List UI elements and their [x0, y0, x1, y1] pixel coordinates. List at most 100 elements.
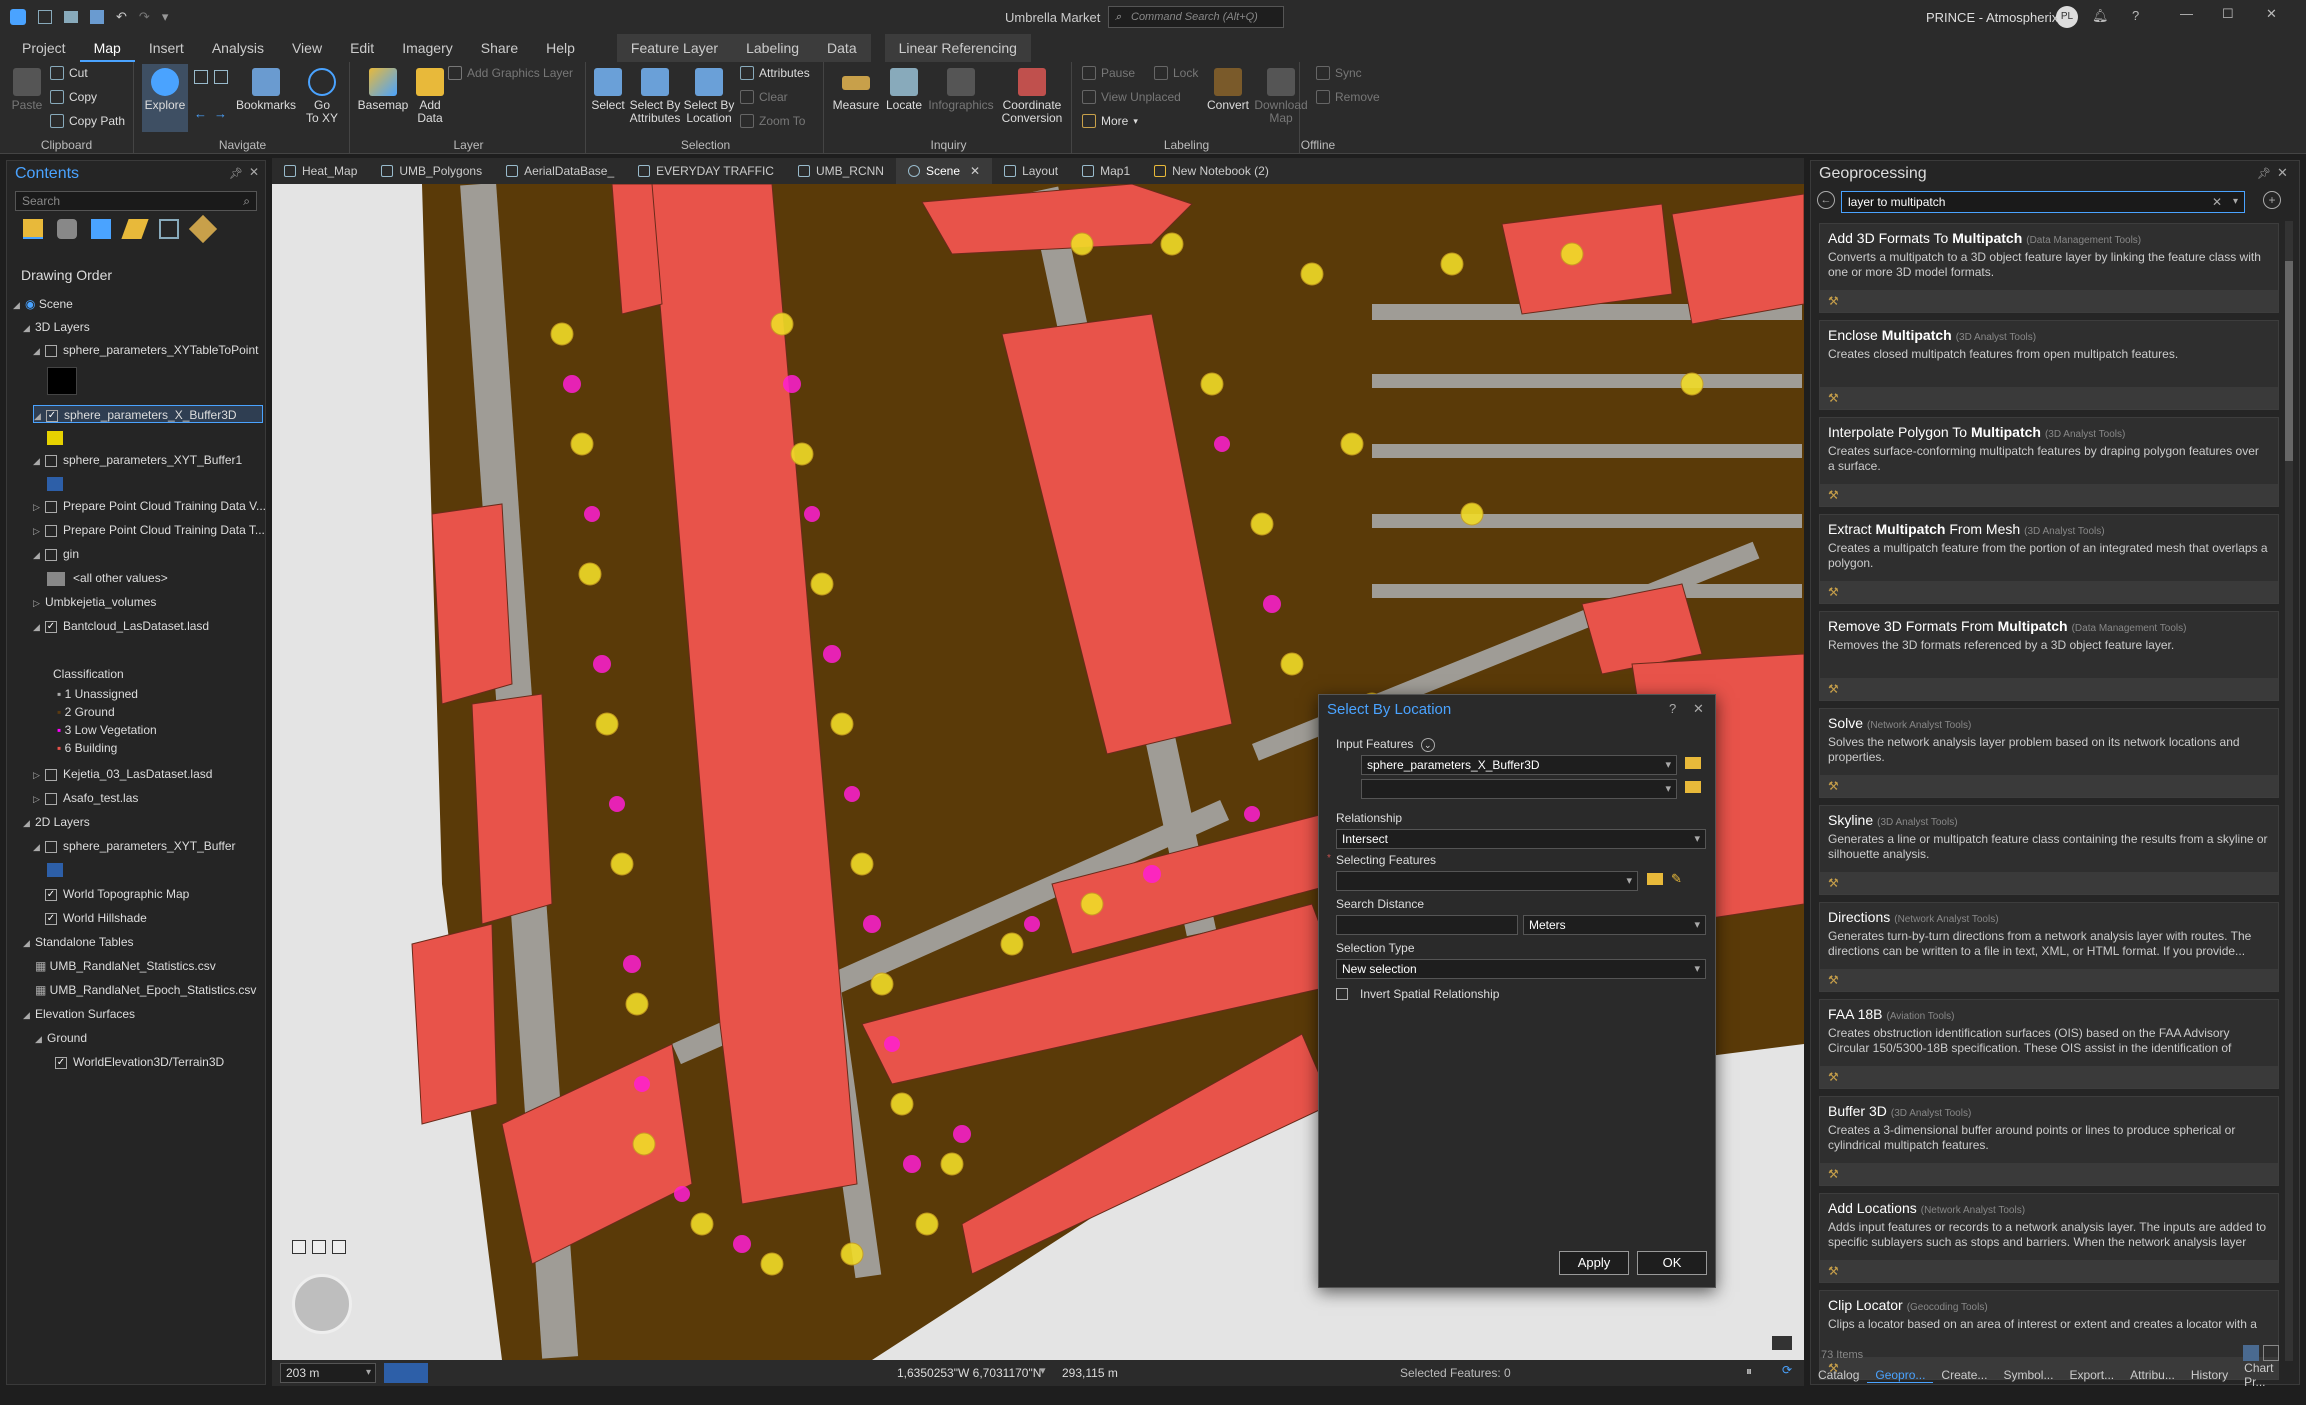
minimize-icon[interactable]: —	[2180, 6, 2193, 21]
coordinate-conversion-button[interactable]: Coordinate Conversion	[996, 68, 1068, 125]
maximize-icon[interactable]: ☐	[2222, 6, 2234, 22]
copy-button[interactable]: Copy	[50, 88, 97, 106]
clear-selection-button[interactable]: Clear	[740, 88, 788, 106]
input-features-combo[interactable]: sphere_parameters_X_Buffer3D	[1361, 755, 1677, 775]
layer-visibility-checkbox[interactable]	[45, 840, 57, 853]
layer-visibility-checkbox[interactable]: ✓	[45, 620, 57, 633]
pane-tab-history[interactable]: History	[2183, 1368, 2236, 1382]
layer-visibility-checkbox[interactable]: ✓	[55, 1056, 67, 1069]
symbol-swatch-black[interactable]	[47, 367, 77, 395]
pause-labeling-button[interactable]: Pause	[1082, 64, 1135, 82]
map-toolbar-icon[interactable]	[1772, 1336, 1792, 1350]
browse-folder-icon[interactable]	[1685, 781, 1701, 793]
pane-tab-geoprocessing[interactable]: Geopro...	[1867, 1368, 1934, 1383]
tab-linear-referencing[interactable]: Linear Referencing	[884, 34, 1031, 62]
labeling-icon[interactable]	[188, 214, 218, 244]
go-to-xy-button[interactable]: Go To XY	[300, 68, 344, 125]
layer-visibility-checkbox[interactable]	[45, 454, 57, 467]
view-unplaced-button[interactable]: View Unplaced	[1082, 88, 1181, 106]
tab-labeling[interactable]: Labeling	[732, 34, 814, 62]
layers-toggle-icon[interactable]	[332, 1240, 346, 1254]
detail-view-icon[interactable]	[2263, 1345, 2279, 1361]
layer-visibility-checkbox[interactable]: ✓	[45, 912, 57, 925]
tree-item-3d-layers[interactable]: ◢ 3D Layers	[23, 318, 90, 336]
select-button[interactable]: Select	[588, 68, 628, 112]
notification-icon[interactable]: 🔔︎	[2092, 8, 2109, 24]
tab-feature-layer[interactable]: Feature Layer	[616, 34, 733, 62]
user-name[interactable]: PRINCE - Atmospherix	[1926, 10, 2058, 25]
contents-search-input[interactable]: Search ⌕	[15, 191, 257, 211]
tool-result-item[interactable]: Add Locations (Network Analyst Tools) Adds…	[1819, 1193, 2279, 1283]
tree-item-terrain[interactable]: ✓ WorldElevation3D/Terrain3D	[55, 1053, 224, 1071]
symbol-swatch-blue[interactable]	[47, 477, 63, 491]
data-source-icon[interactable]	[57, 219, 77, 239]
view-tab-map1[interactable]: Map1	[1070, 158, 1142, 184]
pane-tab-create[interactable]: Create...	[1933, 1368, 1995, 1382]
invert-relationship-checkbox[interactable]: Invert Spatial Relationship	[1336, 987, 1499, 1001]
view-tab-layout[interactable]: Layout	[992, 158, 1070, 184]
tree-item-stats[interactable]: ▦ UMB_RandlaNet_Statistics.csv	[35, 957, 216, 975]
selected-features[interactable]: Selected Features: 0	[1400, 1366, 1511, 1380]
editing-icon[interactable]	[121, 219, 149, 239]
tab-edit[interactable]: Edit	[336, 34, 388, 62]
paste-button[interactable]: Paste	[8, 68, 46, 112]
sync-button[interactable]: Sync	[1316, 64, 1362, 82]
redo-icon[interactable]: ↷	[139, 9, 150, 25]
search-distance-input[interactable]	[1336, 915, 1518, 935]
download-map-button[interactable]: Download Map	[1250, 68, 1312, 125]
lock-labeling-button[interactable]: Lock	[1154, 64, 1198, 82]
scrollbar[interactable]	[2285, 221, 2293, 1361]
add-many-icon[interactable]: ⌄	[1420, 738, 1435, 752]
tree-item-standalone-tables[interactable]: ◢ Standalone Tables	[23, 933, 134, 951]
tool-result-item[interactable]: Remove 3D Formats From Multipatch (Data M…	[1819, 611, 2279, 701]
tab-analysis[interactable]: Analysis	[198, 34, 278, 62]
layer-visibility-checkbox[interactable]	[45, 792, 57, 805]
close-pane-icon[interactable]: ✕	[249, 165, 259, 179]
tree-item-prepare-2[interactable]: ▷ Prepare Point Cloud Training Data T...	[33, 521, 265, 539]
tree-item-kejetia[interactable]: ▷ Kejetia_03_LasDataset.lasd	[33, 765, 212, 783]
basemap-button[interactable]: Basemap	[356, 68, 410, 112]
previous-extent-icon[interactable]: ←	[194, 106, 207, 121]
layer-visibility-checkbox[interactable]	[45, 500, 57, 513]
customize-icon[interactable]: ▾	[162, 9, 169, 25]
sketch-pencil-icon[interactable]: ✎	[1671, 871, 1682, 887]
tool-result-item[interactable]: Enclose Multipatch (3D Analyst Tools) Crea…	[1819, 320, 2279, 410]
tab-project[interactable]: Project	[8, 34, 80, 62]
more-labeling-button[interactable]: More ▾	[1082, 112, 1138, 130]
view-tab-scene[interactable]: Scene ✕	[895, 158, 993, 184]
convert-button[interactable]: Convert	[1200, 68, 1256, 112]
add-data-button[interactable]: Add Data	[410, 68, 450, 125]
selection-view-icon[interactable]	[91, 219, 111, 239]
tree-item-gin[interactable]: ◢ gin	[33, 545, 79, 563]
drawing-order-icon[interactable]	[23, 219, 43, 239]
next-extent-icon[interactable]: →	[214, 106, 227, 121]
tab-imagery[interactable]: Imagery	[388, 34, 467, 62]
tab-help[interactable]: Help	[532, 34, 589, 62]
tree-item-xyt-buffer1[interactable]: ◢ sphere_parameters_XYT_Buffer1	[33, 451, 242, 469]
pane-tab-chart-properties[interactable]: Chart Pr...	[2236, 1361, 2300, 1389]
tree-item-asafo[interactable]: ▷ Asafo_test.las	[33, 789, 138, 807]
tool-result-item[interactable]: Directions (Network Analyst Tools) Generat…	[1819, 902, 2279, 992]
distance-unit-select[interactable]: Meters	[1523, 915, 1706, 935]
selection-type-select[interactable]: New selection	[1336, 959, 1706, 979]
layer-visibility-checkbox[interactable]	[45, 768, 57, 781]
close-dialog-icon[interactable]: ✕	[1693, 701, 1704, 717]
tree-item-world-topo[interactable]: ✓ World Topographic Map	[45, 885, 189, 903]
tree-item-umbkejetia[interactable]: ▷ Umbkejetia_volumes	[33, 593, 156, 611]
pin-icon[interactable]: 📌︎	[229, 167, 243, 180]
fixed-zoom-icon[interactable]	[214, 70, 228, 84]
layer-visibility-checkbox[interactable]: ✓	[46, 409, 58, 422]
copy-path-button[interactable]: Copy Path	[50, 112, 125, 130]
add-toolbox-icon[interactable]: +	[2263, 191, 2281, 209]
undo-icon[interactable]: ↶	[116, 9, 127, 25]
layer-visibility-checkbox[interactable]	[45, 548, 57, 561]
pane-tab-symbology[interactable]: Symbol...	[1995, 1368, 2061, 1382]
tool-result-item[interactable]: Solve (Network Analyst Tools) Solves the n…	[1819, 708, 2279, 798]
browse-folder-icon[interactable]	[1647, 873, 1663, 885]
open-project-icon[interactable]	[64, 11, 78, 23]
tree-item-world-hillshade[interactable]: ✓ World Hillshade	[45, 909, 147, 927]
view-tab-umb-rcnn[interactable]: UMB_RCNN	[786, 158, 896, 184]
avatar[interactable]: PL	[2056, 6, 2078, 28]
tree-item-ground[interactable]: ◢ Ground	[35, 1029, 87, 1047]
tree-item-all-other-values[interactable]: <all other values>	[47, 569, 168, 587]
